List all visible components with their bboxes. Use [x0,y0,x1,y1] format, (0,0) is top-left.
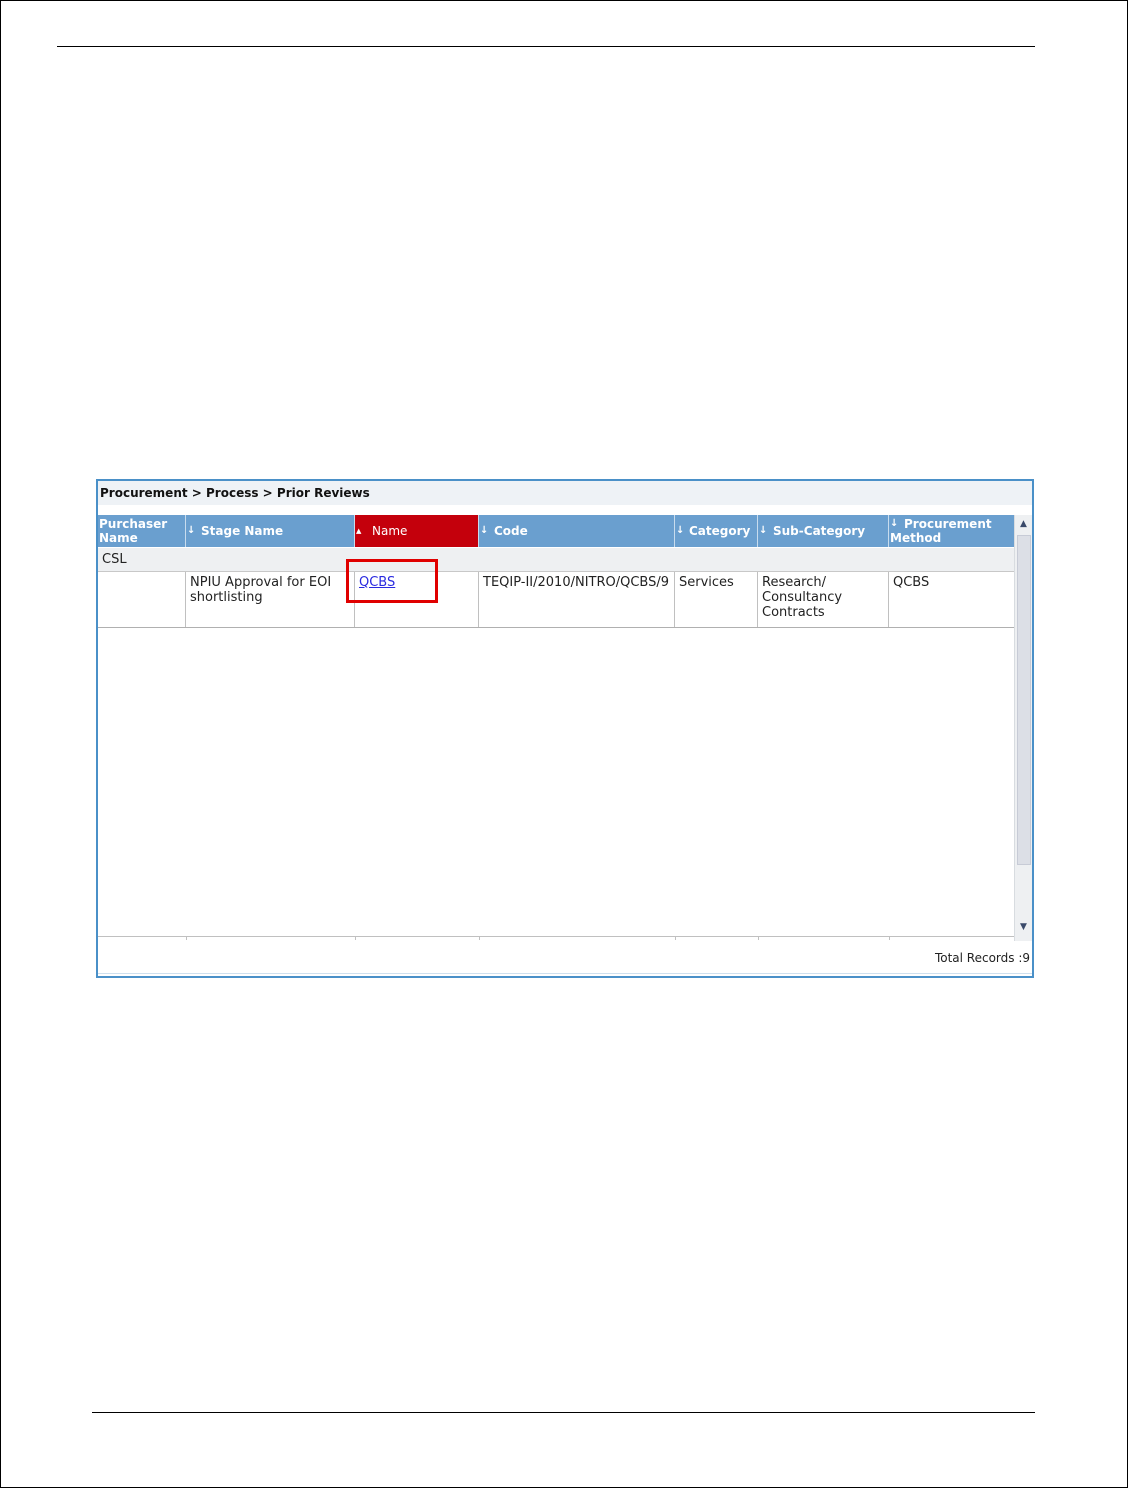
column-divider-tick [889,936,890,940]
col-label: Name [372,524,408,538]
grid-footer-divider [98,936,1014,937]
col-sub-category[interactable]: ↓ Sub-Category [758,515,889,547]
column-divider-tick [675,936,676,940]
col-name[interactable]: ▲ Name [355,515,479,547]
cell-purchaser-name [98,572,186,627]
column-divider-tick [479,936,480,940]
sort-down-icon: ↓ [890,518,899,529]
sort-up-icon: ▲ [356,527,362,535]
column-divider-tick [355,936,356,940]
cell-procurement-method: QCBS [893,575,930,590]
sort-down-icon: ↓ [187,525,196,536]
screenshot-panel: Procurement > Process > Prior Reviews Pu… [96,479,1034,978]
sort-down-icon: ↓ [676,525,685,536]
col-code[interactable]: ↓ Code [479,515,675,547]
col-label: Code [494,524,528,538]
sort-down-icon: ↓ [759,525,768,536]
cell-stage-name: NPIU Approval for EOI shortlisting [186,572,355,627]
col-purchaser-name[interactable]: Purchaser Name [98,515,186,547]
col-label: Category [689,524,751,538]
sort-down-icon: ↓ [480,525,489,536]
vertical-scrollbar[interactable]: ▲ ▼ [1014,515,1032,941]
col-stage-name[interactable]: ↓ Stage Name [186,515,355,547]
bottom-rule [92,1412,1035,1413]
column-divider-tick [758,936,759,940]
col-label-line2: Method [890,531,942,545]
col-procurement-method[interactable]: ↓ Procurement Method [889,515,1014,547]
scrollbar-thumb[interactable] [1017,535,1031,865]
cell-category: Services [675,572,758,627]
total-records: Total Records :9 [934,951,1030,965]
status-bar: Total Records :9 [98,943,1032,974]
column-divider-tick [186,936,187,940]
grid-header: Purchaser Name ↓ Stage Name ▲ Name ↓ Cod… [98,515,1014,547]
top-rule [57,46,1035,47]
col-label: Stage Name [201,524,284,538]
col-label-line2: Name [99,531,138,545]
col-label: Sub-Category [773,524,866,538]
cell-code: TEQIP-II/2010/NITRO/QCBS/9 [479,572,675,627]
table-row[interactable]: NPIU Approval for EOI shortlisting QCBS … [98,572,1014,628]
col-label-line1: Purchaser [99,517,168,531]
col-category[interactable]: ↓ Category [675,515,758,547]
highlight-box [346,559,438,603]
breadcrumb: Procurement > Process > Prior Reviews [98,481,1032,505]
scroll-up-icon[interactable]: ▲ [1015,516,1032,533]
group-row[interactable]: CSL [98,548,1014,572]
data-grid: Purchaser Name ↓ Stage Name ▲ Name ↓ Cod… [98,515,1032,941]
scroll-down-icon[interactable]: ▼ [1015,919,1032,936]
col-label-line1: Procurement [904,517,992,531]
cell-sub-category: Research/ Consultancy Contracts [758,572,889,627]
